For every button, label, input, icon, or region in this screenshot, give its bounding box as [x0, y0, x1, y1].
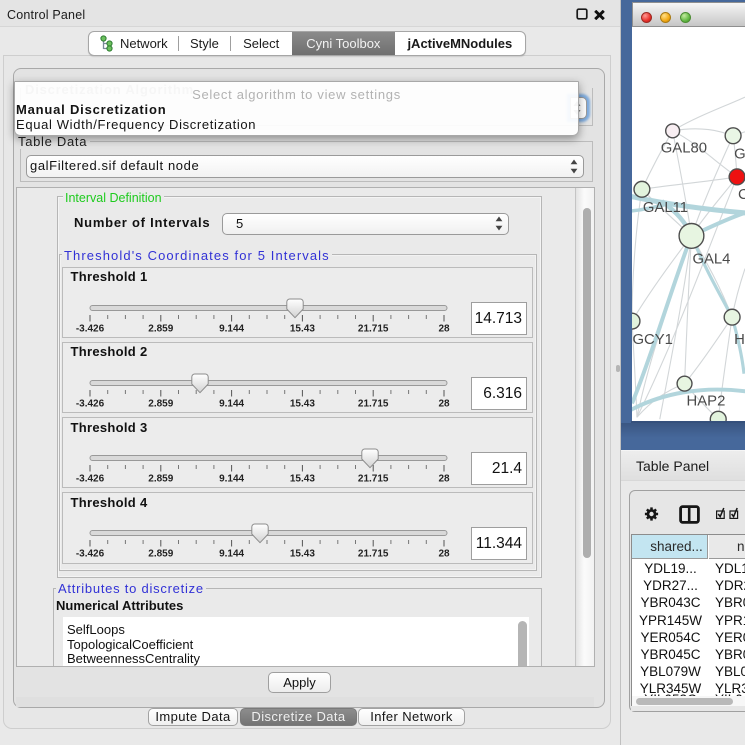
svg-text:GAL4: GAL4: [692, 252, 730, 268]
svg-text:2.859: 2.859: [148, 323, 173, 334]
svg-text:2.859: 2.859: [148, 549, 173, 560]
svg-text:21.715: 21.715: [358, 323, 389, 334]
svg-text:H: H: [734, 332, 745, 348]
svg-text:-3.426: -3.426: [76, 398, 105, 409]
svg-text:GA: GA: [734, 147, 745, 163]
svg-text:28: 28: [438, 474, 450, 485]
svg-text:9.144: 9.144: [219, 398, 244, 409]
svg-text:15.43: 15.43: [290, 323, 315, 334]
svg-text:2.859: 2.859: [148, 398, 173, 409]
svg-text:15.43: 15.43: [290, 474, 315, 485]
svg-text:21.715: 21.715: [358, 549, 389, 560]
svg-text:2.859: 2.859: [148, 474, 173, 485]
svg-text:28: 28: [438, 549, 450, 560]
svg-text:21.715: 21.715: [358, 398, 389, 409]
svg-text:28: 28: [438, 398, 450, 409]
svg-text:28: 28: [438, 323, 450, 334]
svg-text:-3.426: -3.426: [76, 323, 105, 334]
svg-text:9.144: 9.144: [219, 549, 244, 560]
svg-text:15.43: 15.43: [290, 549, 315, 560]
svg-text:9.144: 9.144: [219, 474, 244, 485]
svg-text:GCY1: GCY1: [632, 332, 672, 348]
svg-text:GAL80: GAL80: [661, 141, 707, 157]
svg-text:9.144: 9.144: [219, 323, 244, 334]
svg-text:C: C: [738, 187, 745, 203]
svg-text:15.43: 15.43: [290, 398, 315, 409]
svg-text:-3.426: -3.426: [76, 474, 105, 485]
svg-text:GAL11: GAL11: [643, 200, 688, 216]
svg-text:HAP2: HAP2: [687, 393, 726, 409]
svg-text:-3.426: -3.426: [76, 549, 105, 560]
svg-text:21.715: 21.715: [358, 474, 389, 485]
